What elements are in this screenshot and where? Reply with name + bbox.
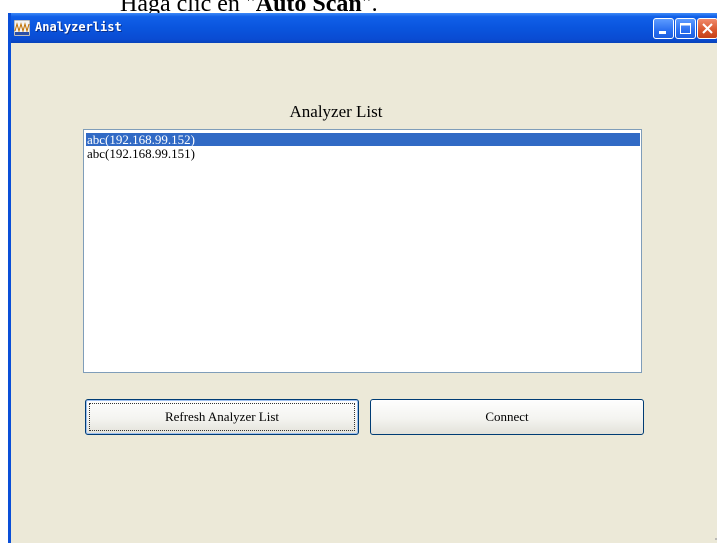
analyzer-listbox[interactable]: abc(192.168.99.152) abc(192.168.99.151) (83, 129, 642, 373)
list-item[interactable]: abc(192.168.99.151) (86, 147, 195, 160)
analyzer-list-heading: Analyzer List (289, 102, 383, 121)
list-item[interactable]: abc(192.168.99.152) (86, 133, 640, 146)
connect-button-label: Connect (485, 409, 529, 424)
minimize-icon (659, 31, 666, 34)
window-titlebar[interactable]: Analyzerlist (11, 13, 717, 43)
close-icon (702, 23, 713, 34)
close-button[interactable] (697, 18, 717, 39)
analyzer-app-icon (13, 19, 31, 37)
window-title: Analyzerlist (35, 20, 122, 34)
analyzerlist-window: Analyzerlist Analyzer List abc(192.168.9… (8, 13, 717, 543)
window-content: Analyzer List abc(192.168.99.152) abc(19… (11, 43, 717, 543)
minimize-button[interactable] (653, 18, 674, 39)
focus-indicator (89, 403, 355, 431)
connect-button[interactable]: Connect (370, 399, 644, 435)
maximize-icon (680, 23, 691, 34)
resize-grip-icon[interactable] (710, 529, 717, 541)
maximize-button[interactable] (675, 18, 696, 39)
refresh-analyzer-list-button[interactable]: Refresh Analyzer List (85, 399, 359, 435)
